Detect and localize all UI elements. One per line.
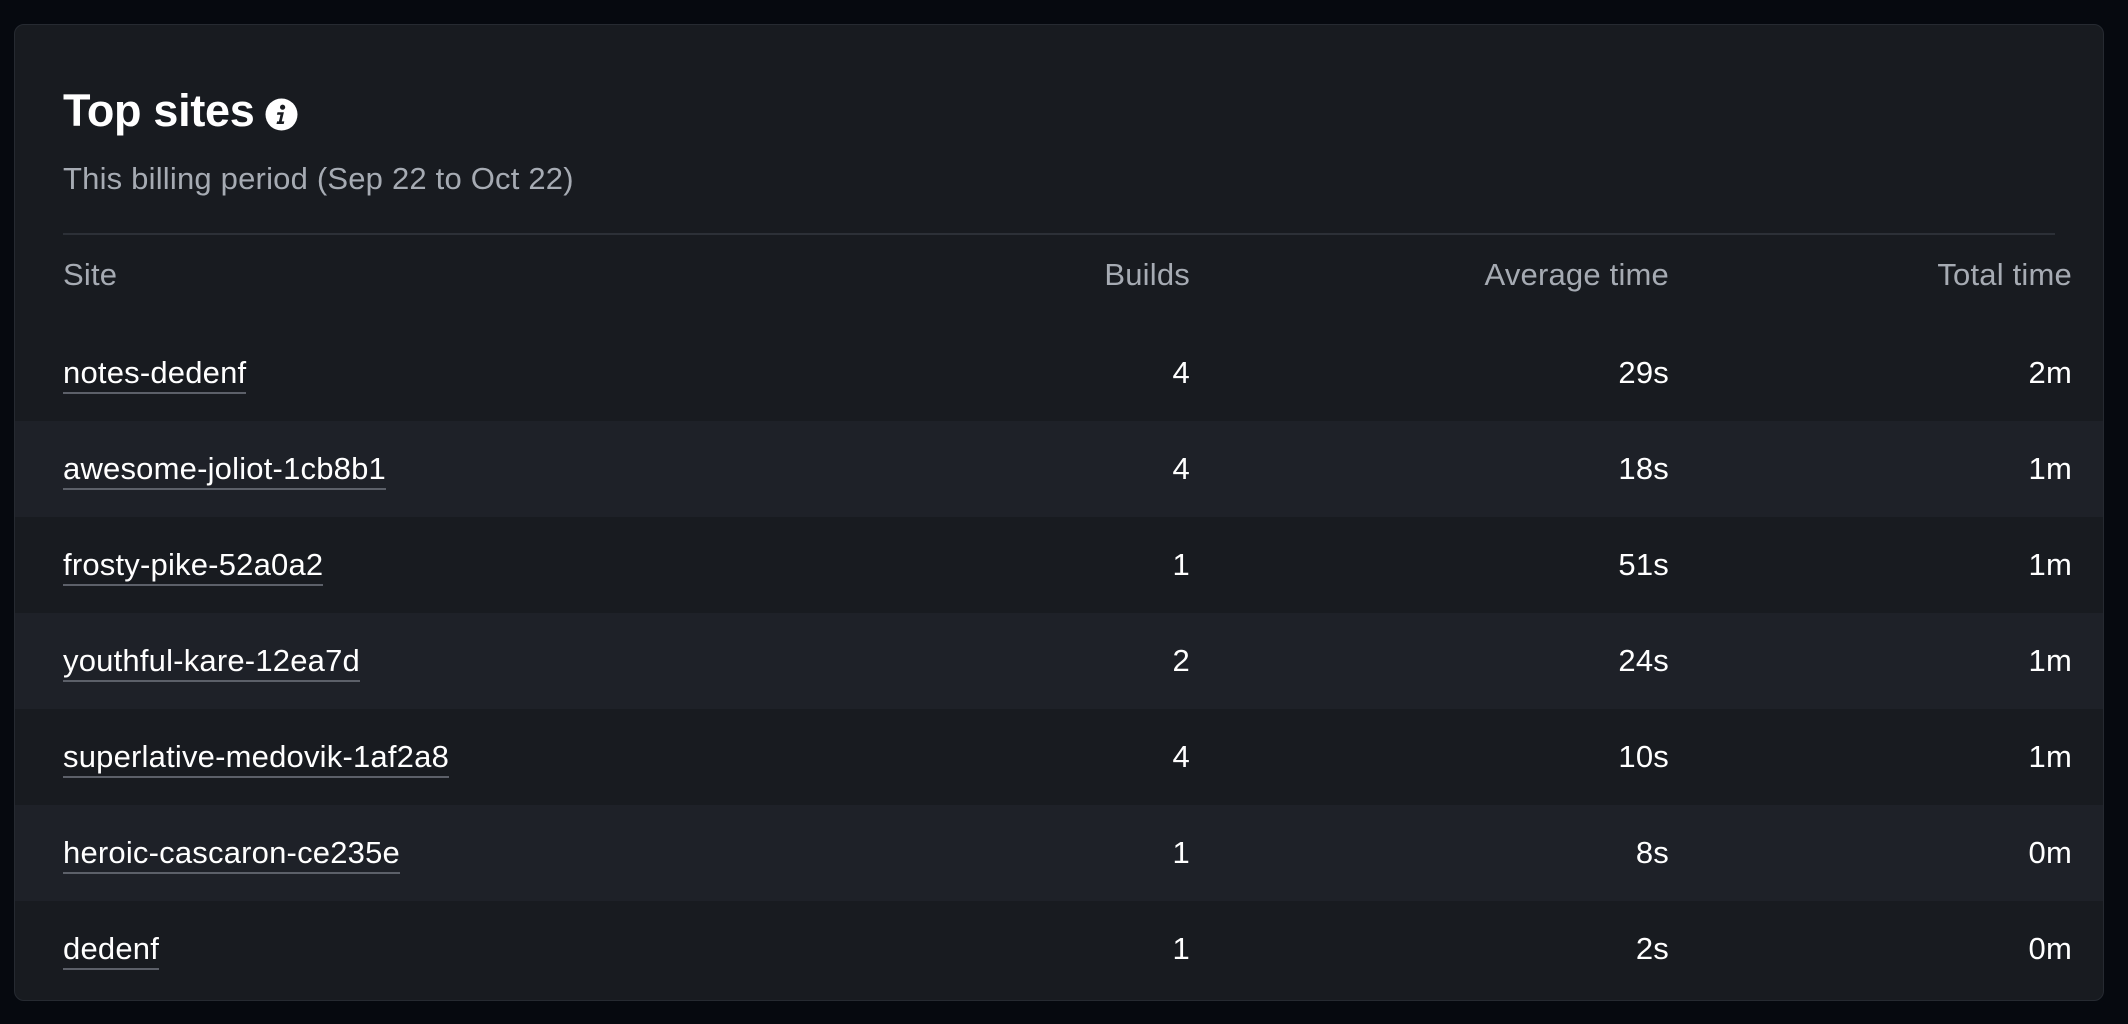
top-sites-table: Site Builds Average time Total time note… (15, 257, 2103, 997)
table-row: awesome-joliot-1cb8b1 4 18s 1m (15, 421, 2103, 517)
builds-cell: 4 (1172, 355, 1190, 390)
site-link[interactable]: heroic-cascaron-ce235e (63, 835, 400, 874)
column-header-average-time: Average time (1484, 257, 1669, 292)
table-row: superlative-medovik-1af2a8 4 10s 1m (15, 709, 2103, 805)
column-header-site: Site (63, 257, 118, 292)
average-time-cell: 10s (1618, 739, 1669, 774)
table-row: dedenf 1 2s 0m (15, 901, 2103, 997)
info-icon[interactable] (265, 98, 298, 131)
site-link[interactable]: youthful-kare-12ea7d (63, 643, 360, 682)
total-time-cell: 0m (2028, 835, 2072, 870)
site-link[interactable]: notes-dedenf (63, 355, 247, 394)
builds-cell: 2 (1172, 643, 1190, 678)
table-row: heroic-cascaron-ce235e 1 8s 0m (15, 805, 2103, 901)
site-link[interactable]: dedenf (63, 931, 160, 970)
total-time-cell: 1m (2028, 451, 2072, 486)
total-time-cell: 1m (2028, 643, 2072, 678)
total-time-cell: 1m (2028, 547, 2072, 582)
builds-cell: 4 (1172, 451, 1190, 486)
average-time-cell: 8s (1635, 835, 1669, 870)
title-row: Top sites (63, 81, 2055, 141)
billing-period-subtitle: This billing period (Sep 22 to Oct 22) (63, 161, 574, 196)
column-header-builds: Builds (1104, 257, 1190, 292)
average-time-cell: 24s (1618, 643, 1669, 678)
total-time-cell: 2m (2028, 355, 2072, 390)
table-header: Site Builds Average time Total time (15, 225, 2103, 325)
table-row: frosty-pike-52a0a2 1 51s 1m (15, 517, 2103, 613)
site-link[interactable]: superlative-medovik-1af2a8 (63, 739, 450, 778)
builds-cell: 1 (1172, 547, 1190, 582)
column-header-total-time: Total time (1937, 257, 2072, 292)
builds-cell: 1 (1172, 931, 1190, 966)
average-time-cell: 2s (1635, 931, 1669, 966)
top-sites-card: Top sites This billing period (Sep 22 to… (14, 24, 2104, 1001)
table-row: notes-dedenf 4 29s 2m (15, 325, 2103, 421)
site-link[interactable]: frosty-pike-52a0a2 (63, 547, 324, 586)
total-time-cell: 0m (2028, 931, 2072, 966)
card-title: Top sites (63, 85, 255, 136)
total-time-cell: 1m (2028, 739, 2072, 774)
card-header: Top sites This billing period (Sep 22 to… (63, 81, 2055, 197)
site-link[interactable]: awesome-joliot-1cb8b1 (63, 451, 386, 490)
average-time-cell: 18s (1618, 451, 1669, 486)
builds-cell: 4 (1172, 739, 1190, 774)
table-row: youthful-kare-12ea7d 2 24s 1m (15, 613, 2103, 709)
average-time-cell: 29s (1618, 355, 1669, 390)
builds-cell: 1 (1172, 835, 1190, 870)
average-time-cell: 51s (1618, 547, 1669, 582)
